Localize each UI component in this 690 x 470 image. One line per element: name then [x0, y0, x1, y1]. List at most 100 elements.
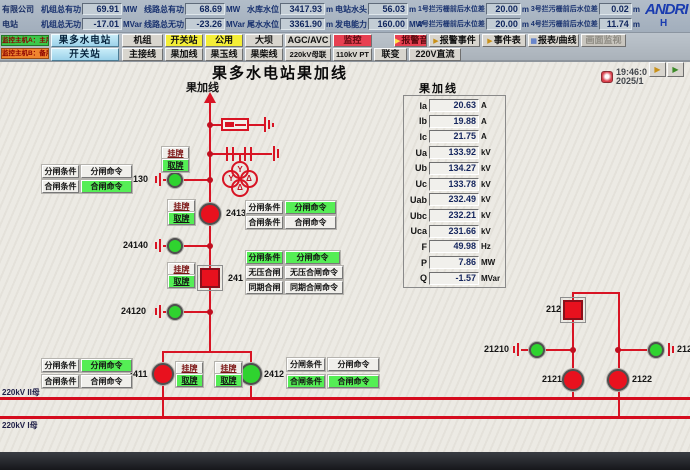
- line-active-power-label: 线路总有功: [144, 4, 184, 15]
- tab-units[interactable]: 机组: [122, 34, 163, 47]
- breaker-212[interactable]: [563, 300, 583, 320]
- open-command-2412[interactable]: 分闸命令: [328, 358, 379, 371]
- gen-capacity-label: 发电能力: [335, 19, 367, 30]
- tab-main-wiring[interactable]: 主接线: [122, 48, 163, 61]
- tab-guoyu-line[interactable]: 果玉线: [205, 48, 243, 61]
- measurement-row-f: F49.98Hz: [404, 240, 503, 253]
- earth-switch-21210[interactable]: [529, 342, 545, 358]
- trashrack3-diff-unit: m: [633, 5, 640, 14]
- close-condition-24130[interactable]: 合闸条件: [42, 180, 79, 193]
- ua-value: 133.92: [429, 146, 479, 159]
- disconnector-2122[interactable]: [607, 369, 629, 391]
- measurement-row-ia: Ia20.63A: [404, 99, 503, 112]
- ia-value: 20.63: [429, 99, 479, 112]
- switch-2122-label: 2122: [632, 374, 652, 384]
- open-condition-2411[interactable]: 分闸条件: [42, 359, 79, 372]
- close-command-2411[interactable]: 合闸命令: [81, 375, 132, 388]
- measurement-row-uab: Uab232.49kV: [404, 193, 503, 206]
- open-condition-241[interactable]: 分闸条件: [246, 251, 283, 264]
- open-command-2411[interactable]: 分闸命令: [81, 359, 132, 372]
- breaker-241-label: 241: [228, 273, 243, 283]
- close-command-2413[interactable]: 合闸命令: [285, 216, 336, 229]
- untag-button-2412[interactable]: 取牌: [215, 374, 242, 387]
- mini-tool-button-2[interactable]: ▶: [667, 62, 684, 77]
- tab-220v-dc[interactable]: 220V直流: [409, 48, 461, 61]
- screen-texture: [0, 62, 690, 452]
- tab-110kv-pt[interactable]: 110kV PT: [333, 48, 372, 61]
- event-table-button[interactable]: ▶事件表: [482, 34, 526, 47]
- close-command-2412[interactable]: 合闸命令: [328, 375, 379, 388]
- pt-winding-bottom: Δ: [231, 179, 249, 197]
- open-condition-24130[interactable]: 分闸条件: [42, 165, 79, 178]
- tab-guochai-line[interactable]: 果柴线: [245, 48, 283, 61]
- header-bar: 有限公司 机组总有功 69.91 MW 线路总有功 68.69 MW 水库水位 …: [0, 0, 690, 33]
- ground-icon: [159, 173, 161, 186]
- q-value: -1.57: [429, 272, 479, 285]
- tab-agc-avc[interactable]: AGC/AVC: [285, 34, 331, 47]
- tab-common[interactable]: 公用: [205, 34, 243, 47]
- line-active-power-unit: MW: [226, 5, 246, 14]
- line-active-power-value: 68.69: [185, 3, 225, 15]
- measurement-row-p: P7.86MW: [404, 256, 503, 269]
- scada-host-b-status-badge: 监控主机B：备用: [1, 48, 49, 59]
- disconnector-2411[interactable]: [152, 363, 174, 385]
- disconnector-2121[interactable]: [562, 369, 584, 391]
- uc-value: 133.78: [429, 178, 479, 191]
- earth-switch-24120[interactable]: [167, 304, 183, 320]
- report-curve-button[interactable]: ▦报表/曲线: [528, 34, 579, 47]
- earth-switch-24140[interactable]: [167, 238, 183, 254]
- close-condition-2412[interactable]: 合闸条件: [287, 375, 325, 388]
- ib-value: 19.88: [429, 115, 479, 128]
- untag-button-2411[interactable]: 取牌: [176, 374, 203, 387]
- open-condition-2412[interactable]: 分闸条件: [287, 358, 325, 371]
- station-head-unit: m: [409, 5, 417, 14]
- bus-II-line: [0, 397, 690, 400]
- company-name-line2: 电站: [2, 19, 40, 30]
- sync-close-command-241[interactable]: 同期合闸命令: [285, 281, 343, 294]
- untag-button-2413[interactable]: 取牌: [168, 212, 195, 225]
- company-name-line1: 有限公司: [2, 4, 40, 15]
- panel-title: 果加线: [419, 80, 458, 96]
- earth-switch-24130[interactable]: [167, 172, 183, 188]
- alarm-sound-button[interactable]: ▶报警音: [394, 34, 427, 47]
- measurement-row-uc: Uc133.78kV: [404, 178, 503, 191]
- ic-value: 21.75: [429, 130, 479, 143]
- disconnector-2413[interactable]: [199, 203, 221, 225]
- untag-button-24130[interactable]: 取牌: [162, 159, 189, 172]
- station-button[interactable]: 果多水电站: [51, 34, 119, 47]
- mini-tool-button-1[interactable]: ▶: [649, 62, 666, 77]
- open-condition-2413[interactable]: 分闸条件: [246, 201, 283, 214]
- tab-switchyard[interactable]: 开关站: [165, 34, 203, 47]
- breaker-241[interactable]: [200, 268, 220, 288]
- disconnector-2412[interactable]: [240, 363, 262, 385]
- tab-guojia-line[interactable]: 果加线: [165, 48, 203, 61]
- junction-dot: [615, 347, 621, 353]
- screen-monitor-button[interactable]: 画面监视: [581, 34, 626, 47]
- novolt-close-condition-241[interactable]: 无压合闸: [246, 266, 283, 279]
- tab-220kv-buscoupler[interactable]: 220kV母联: [285, 48, 331, 61]
- measurement-row-q: Q-1.57MVar: [404, 272, 503, 285]
- andritz-logo-sub: H: [660, 18, 667, 29]
- menu-bar: 监控主机A：主用 监控主机B：备用 果多水电站 开关站 机组 开关站 公用 大坝…: [0, 33, 690, 62]
- switchyard-button[interactable]: 开关站: [51, 48, 119, 61]
- open-command-241[interactable]: 分闸命令: [285, 251, 340, 264]
- tab-monitoring[interactable]: 监控: [333, 34, 372, 47]
- alarm-events-button[interactable]: ▶报警事件: [429, 34, 480, 47]
- close-condition-2411[interactable]: 合闸条件: [42, 375, 79, 388]
- open-command-24130[interactable]: 分闸命令: [81, 165, 132, 178]
- tab-coupling-transformer[interactable]: 联变: [374, 48, 407, 61]
- earth-switch-21220[interactable]: [648, 342, 664, 358]
- untag-button-241[interactable]: 取牌: [168, 275, 195, 288]
- close-command-24130[interactable]: 合闸命令: [81, 180, 132, 193]
- line-reactive-power-unit: MVar: [226, 20, 246, 29]
- novolt-close-command-241[interactable]: 无压合闸命令: [285, 266, 343, 279]
- open-command-2413[interactable]: 分闸命令: [285, 201, 336, 214]
- andritz-logo: ANDRI: [645, 1, 690, 18]
- tab-dam[interactable]: 大坝: [245, 34, 283, 47]
- ground-icon: [155, 242, 157, 249]
- branch2-line: [210, 153, 272, 155]
- tailwater-level-value: 3361.90: [280, 18, 325, 30]
- trashrack1-diff-label: 1号拦污栅前后水位差: [418, 4, 485, 14]
- close-condition-2413[interactable]: 合闸条件: [246, 216, 283, 229]
- sync-close-condition-241[interactable]: 同期合闸: [246, 281, 283, 294]
